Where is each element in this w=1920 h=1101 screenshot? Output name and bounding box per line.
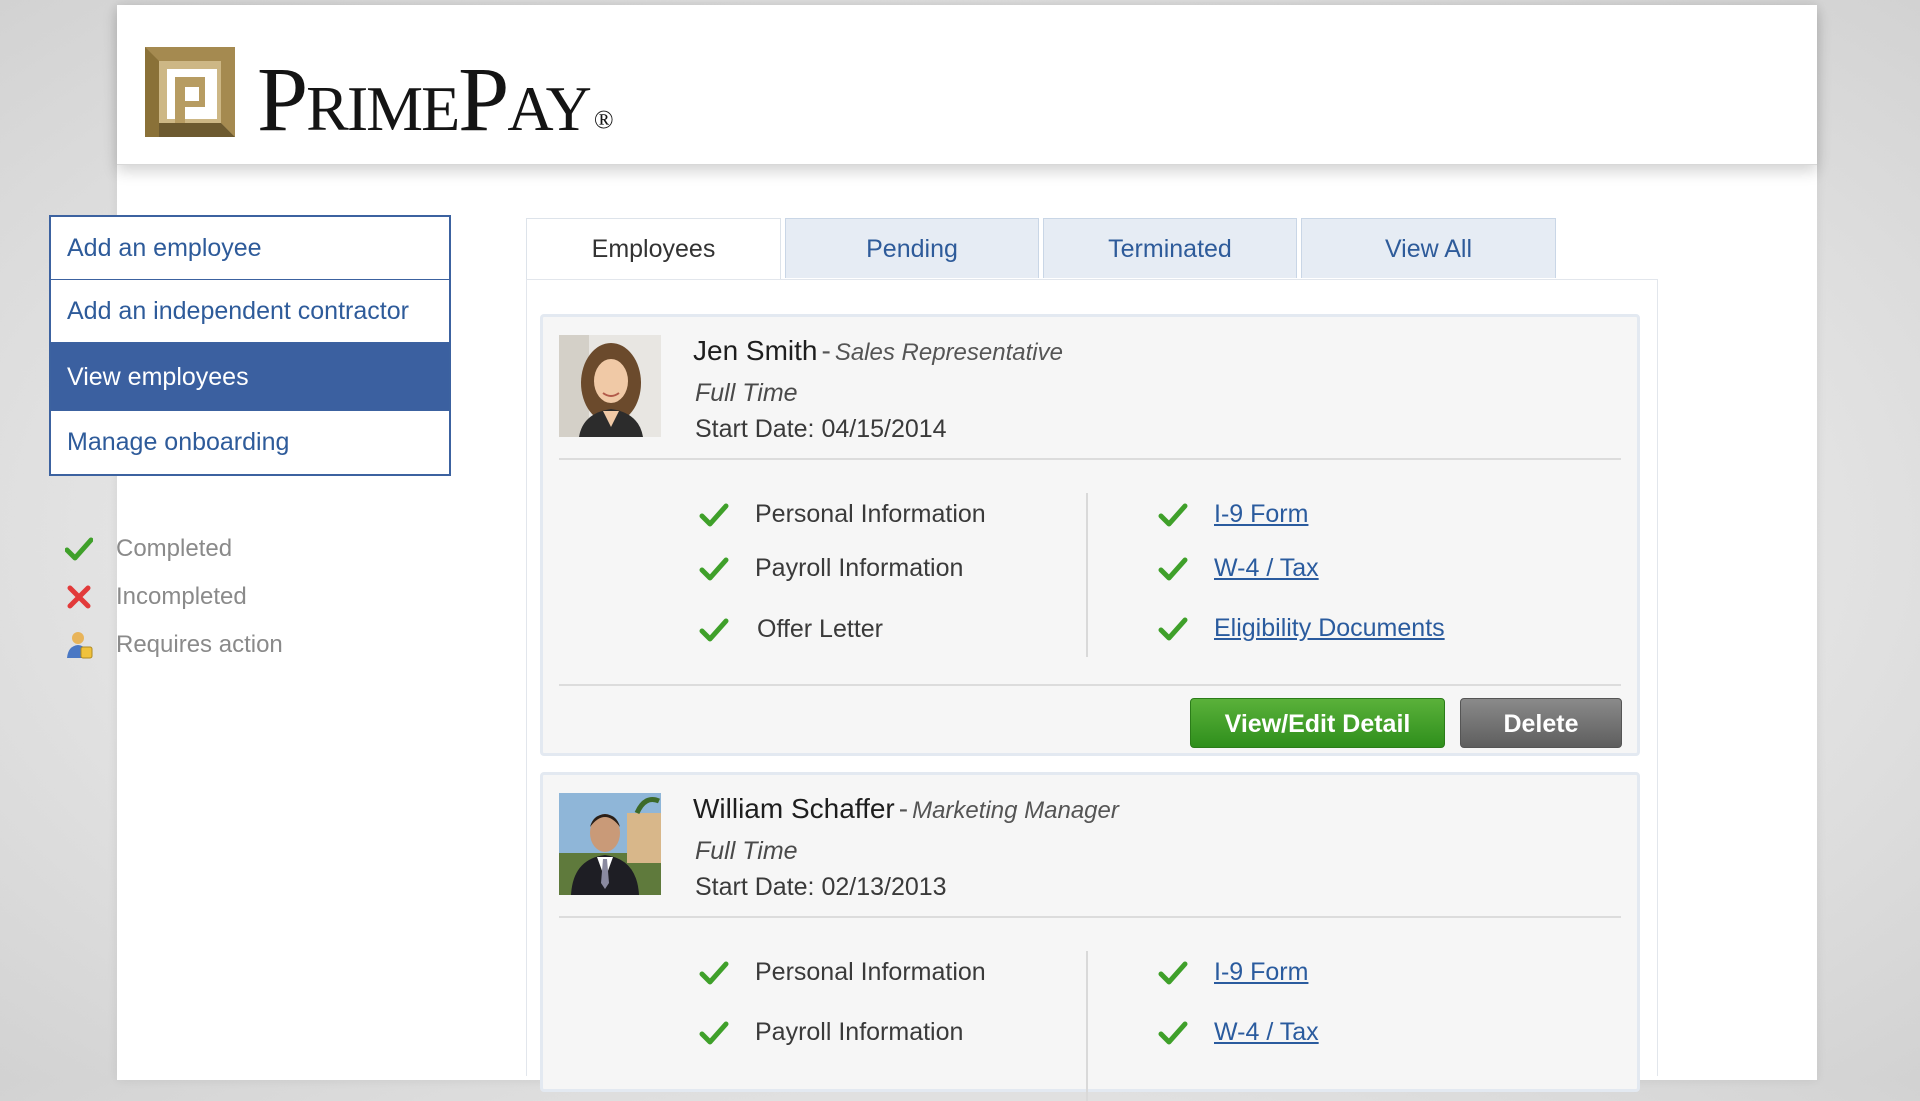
- employment-type: Full Time: [695, 379, 798, 407]
- brand-wordmark: PrimePay ®: [257, 53, 614, 145]
- tab-view-all[interactable]: View All: [1301, 218, 1556, 278]
- w4-tax-link[interactable]: W-4 / Tax: [1214, 554, 1319, 583]
- green-check-icon: [62, 534, 96, 564]
- green-check-icon: [699, 557, 729, 580]
- divider: [559, 916, 1621, 918]
- sidebar-item-manage-onboarding[interactable]: Manage onboarding: [51, 411, 449, 474]
- sidebar-item-add-employee[interactable]: Add an employee: [51, 217, 449, 280]
- legend-requires-action: Requires action: [62, 621, 283, 669]
- green-check-icon: [1158, 503, 1188, 526]
- checklist-item: W-4 / Tax: [1158, 1018, 1319, 1047]
- employee-photo-jen-smith: [559, 335, 661, 437]
- brand-name: PrimePay: [257, 48, 592, 150]
- sidebar-nav: Add an employee Add an independent contr…: [49, 215, 451, 476]
- employee-role: Marketing Manager: [912, 797, 1119, 824]
- employee-role: Sales Representative: [834, 339, 1063, 366]
- w4-tax-link[interactable]: W-4 / Tax: [1214, 1018, 1319, 1047]
- checklist-item: W-4 / Tax: [1158, 554, 1319, 583]
- legend-requires-action-label: Requires action: [116, 631, 283, 658]
- sidebar-item-view-employees[interactable]: View employees: [51, 343, 449, 411]
- red-x-icon: [62, 582, 96, 612]
- view-edit-detail-button[interactable]: View/Edit Detail: [1190, 698, 1445, 748]
- checklist-item: Payroll Information: [699, 1018, 963, 1047]
- sidebar-item-add-contractor[interactable]: Add an independent contractor: [51, 280, 449, 343]
- checklist-label: Payroll Information: [755, 1018, 964, 1046]
- start-date: Start Date: 02/13/2013: [695, 873, 947, 901]
- checklist-item: Offer Letter: [699, 615, 883, 644]
- green-check-icon: [699, 618, 729, 641]
- tab-pending[interactable]: Pending: [785, 218, 1039, 278]
- start-date: Start Date: 04/15/2014: [695, 415, 947, 443]
- checklist-label: Personal Information: [755, 500, 986, 528]
- checklist-item: Personal Information: [699, 958, 986, 987]
- green-check-icon: [1158, 617, 1188, 640]
- legend-completed-label: Completed: [116, 535, 233, 562]
- status-legend: Completed Incompleted Requires action: [62, 525, 283, 669]
- divider: [559, 684, 1621, 686]
- person-action-icon: [62, 630, 96, 660]
- i9-form-link[interactable]: I-9 Form: [1214, 958, 1308, 987]
- checklist-item: Eligibility Documents: [1158, 614, 1445, 643]
- divider: [559, 458, 1621, 460]
- legend-incompleted-label: Incompleted: [116, 583, 247, 610]
- checklist-label: Personal Information: [755, 958, 986, 986]
- employee-name-line: William Schaffer - Marketing Manager: [693, 793, 1119, 825]
- legend-incompleted: Incompleted: [62, 573, 283, 621]
- green-check-icon: [1158, 961, 1188, 984]
- eligibility-documents-link[interactable]: Eligibility Documents: [1214, 614, 1445, 643]
- i9-form-link[interactable]: I-9 Form: [1214, 500, 1308, 529]
- checklist-label: Offer Letter: [757, 615, 883, 643]
- green-check-icon: [1158, 557, 1188, 580]
- column-divider: [1086, 951, 1088, 1101]
- checklist-label: Payroll Information: [755, 554, 964, 582]
- legend-completed: Completed: [62, 525, 283, 573]
- checklist-item: Personal Information: [699, 500, 986, 529]
- employee-photo-william-schaffer: [559, 793, 661, 895]
- green-check-icon: [699, 503, 729, 526]
- tab-terminated[interactable]: Terminated: [1043, 218, 1297, 278]
- employee-card: Jen Smith - Sales Representative Full Time…: [540, 314, 1640, 756]
- green-check-icon: [1158, 1021, 1188, 1044]
- employment-type: Full Time: [695, 837, 798, 865]
- tab-employees[interactable]: Employees: [526, 218, 781, 280]
- registered-mark: ®: [593, 105, 614, 134]
- column-divider: [1086, 493, 1088, 657]
- name-separator: -: [898, 793, 909, 824]
- checklist-item: I-9 Form: [1158, 500, 1308, 529]
- employee-name: Jen Smith: [693, 335, 818, 366]
- employee-card: William Schaffer - Marketing Manager Full …: [540, 772, 1640, 1101]
- employee-name: William Schaffer: [693, 793, 895, 824]
- employee-tabs: Employees Pending Terminated View All: [526, 218, 1560, 280]
- employee-name-line: Jen Smith - Sales Representative: [693, 335, 1063, 367]
- delete-button[interactable]: Delete: [1460, 698, 1622, 748]
- checklist-item: Payroll Information: [699, 554, 963, 583]
- header: PrimePay ®: [117, 5, 1817, 165]
- green-check-icon: [699, 1021, 729, 1044]
- name-separator: -: [821, 335, 831, 366]
- green-check-icon: [699, 961, 729, 984]
- checklist-item: I-9 Form: [1158, 958, 1308, 987]
- primepay-logo-icon: [145, 47, 235, 137]
